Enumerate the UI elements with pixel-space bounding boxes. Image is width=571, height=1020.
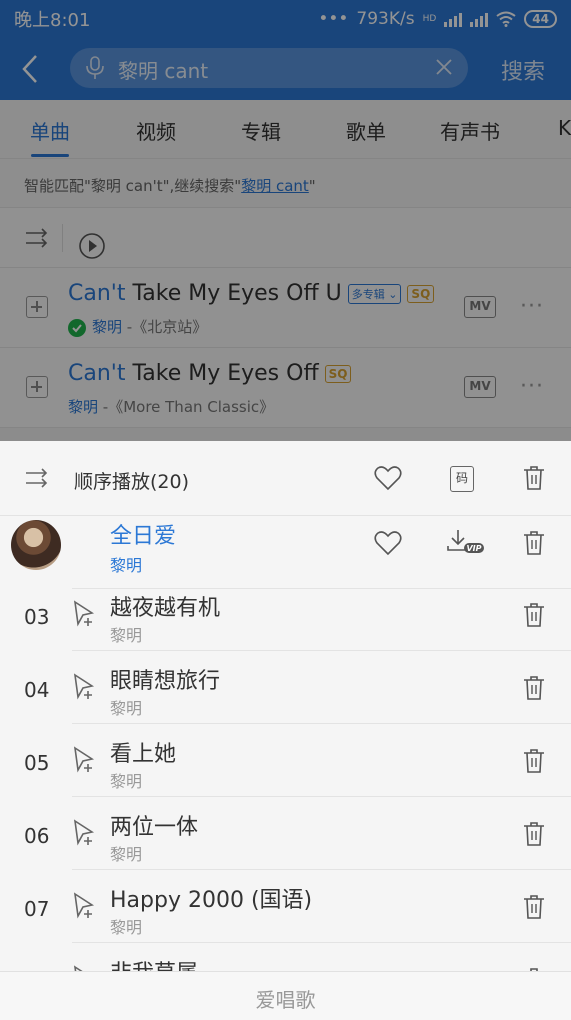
- track-number: 03: [24, 605, 50, 629]
- dim-overlay[interactable]: [0, 0, 571, 441]
- play-next-icon[interactable]: [72, 600, 98, 632]
- track-number: 07: [24, 897, 50, 921]
- trash-icon[interactable]: [523, 821, 545, 851]
- svg-text:VIP: VIP: [466, 544, 481, 553]
- trash-icon[interactable]: [523, 748, 545, 778]
- track-number: 05: [24, 751, 50, 775]
- play-next-icon[interactable]: [72, 892, 98, 924]
- song-name[interactable]: 眼睛想旅行: [110, 663, 220, 695]
- trash-icon[interactable]: [523, 602, 545, 632]
- playlist-header: 顺序播放(20) 码: [0, 441, 571, 516]
- trash-icon[interactable]: [523, 894, 545, 924]
- trash-icon[interactable]: [523, 465, 545, 491]
- vip-download-icon[interactable]: VIP: [446, 528, 486, 556]
- current-song-artist: 黎明: [110, 556, 143, 575]
- close-bar[interactable]: 爱唱歌: [0, 971, 571, 1020]
- playlist-item[interactable]: 03 越夜越有机黎明: [0, 578, 571, 651]
- playlist-item[interactable]: 07 Happy 2000 (国语) 黎明: [0, 870, 571, 943]
- play-next-icon[interactable]: [72, 746, 98, 778]
- song-name[interactable]: 看上她: [110, 736, 176, 768]
- album-cover-avatar: [11, 520, 61, 570]
- qr-code-button[interactable]: 码: [450, 466, 474, 492]
- song-artist: 黎明: [110, 699, 143, 718]
- heart-icon[interactable]: [374, 465, 402, 491]
- song-artist: 黎明: [110, 918, 143, 937]
- sequential-play-icon[interactable]: [24, 467, 50, 489]
- playlist-item[interactable]: 05 看上她黎明: [0, 724, 571, 797]
- trash-icon[interactable]: [523, 675, 545, 705]
- song-artist: 黎明: [110, 845, 143, 864]
- current-song-name[interactable]: 全日爱: [110, 518, 176, 550]
- playlist-sheet: 顺序播放(20) 码 全日爱 黎明 VIP 03 越夜越有机 黎明 04 眼睛想旅行 黎明…: [0, 441, 571, 1020]
- song-name[interactable]: 两位一体: [110, 809, 198, 841]
- playlist-item[interactable]: 06 两位一体黎明: [0, 797, 571, 870]
- song-name[interactable]: Happy 2000 (国语): [110, 882, 312, 914]
- song-artist: 黎明: [110, 772, 143, 791]
- track-number: 04: [24, 678, 50, 702]
- heart-icon[interactable]: [374, 530, 402, 556]
- play-next-icon[interactable]: [72, 673, 98, 705]
- play-next-icon[interactable]: [72, 819, 98, 851]
- trash-icon[interactable]: [523, 530, 545, 556]
- song-artist: 黎明: [110, 626, 143, 645]
- playlist-item[interactable]: 04 眼睛想旅行黎明: [0, 651, 571, 724]
- close-label[interactable]: 爱唱歌: [0, 984, 571, 1013]
- play-mode-label[interactable]: 顺序播放(20): [74, 467, 189, 494]
- track-number: 06: [24, 824, 50, 848]
- song-name[interactable]: 越夜越有机: [110, 590, 220, 622]
